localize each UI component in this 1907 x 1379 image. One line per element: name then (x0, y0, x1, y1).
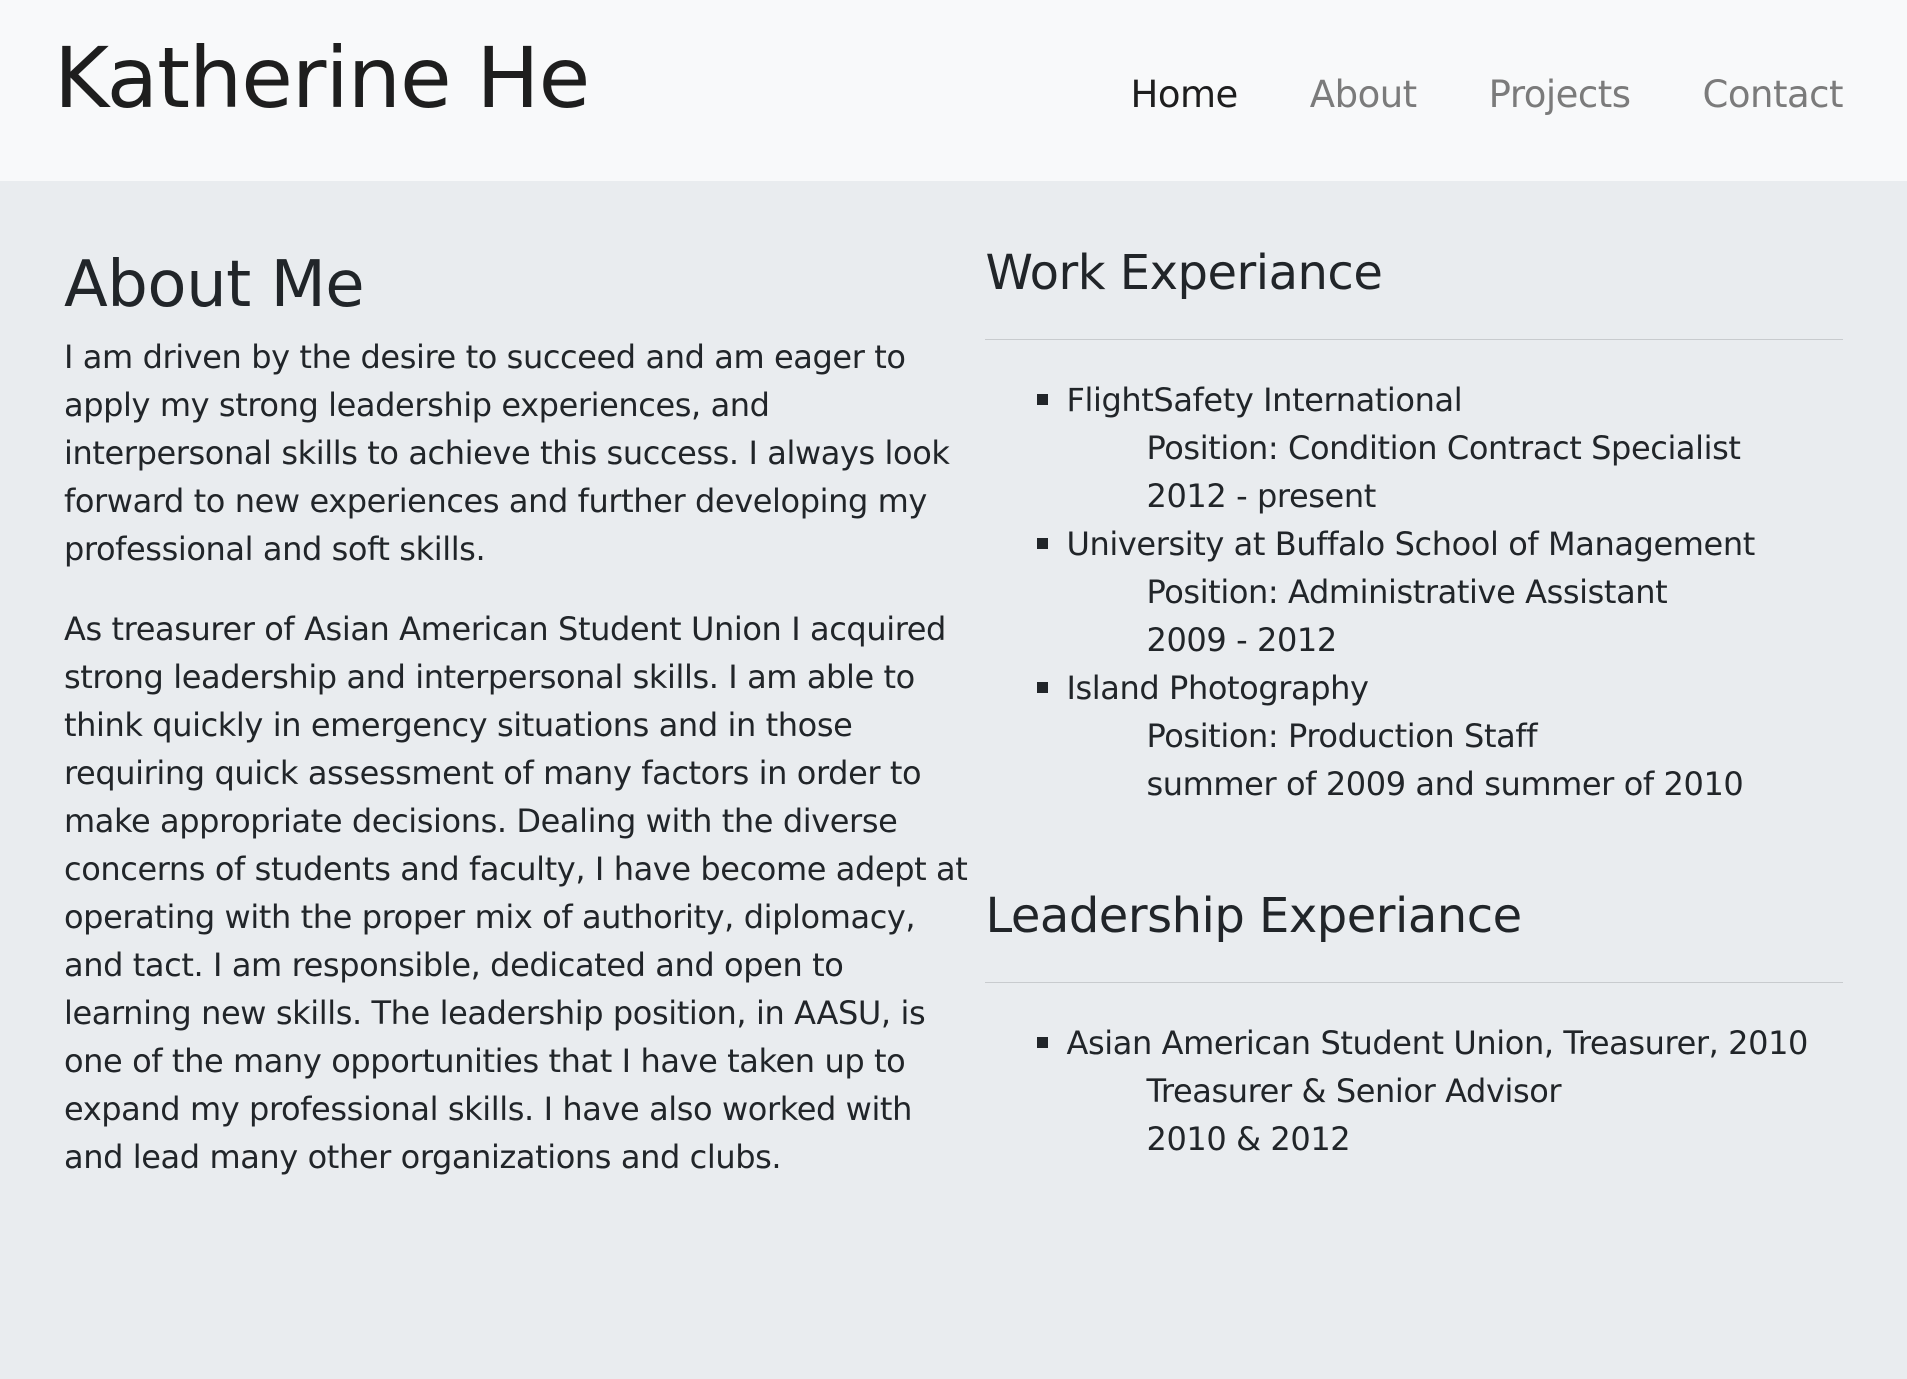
about-paragraph: I am driven by the desire to succeed and… (64, 338, 950, 568)
position-text: Position: Administrative Assistant (1146, 573, 1668, 611)
position-text: Position: Production Staff (1146, 717, 1538, 755)
about-section: About Me I am driven by the desire to su… (64, 181, 985, 1379)
nav-link-about[interactable]: About (1310, 73, 1417, 116)
bullet-square-icon (1037, 1037, 1049, 1048)
about-paragraph: As treasurer of Asian American Student U… (64, 610, 968, 1176)
site-brand[interactable]: Katherine He (54, 29, 590, 127)
date-range: summer of 2009 and summer of 2010 (1146, 765, 1744, 803)
date-range: 2009 - 2012 (1146, 621, 1337, 659)
bullet-square-icon (1037, 394, 1049, 405)
list-item: Asian American Student Union, Treasurer,… (1037, 1019, 1843, 1163)
nav-link-projects[interactable]: Projects (1489, 73, 1631, 116)
nav-menu: Home About Projects Contact (1059, 73, 1844, 116)
employer-name: Island Photography (1066, 669, 1369, 707)
leadership-experience-title: Leadership Experiance (985, 884, 1843, 983)
employer-name: FlightSafety International (1066, 381, 1463, 419)
navbar: Katherine He Home About Projects Contact (0, 0, 1907, 181)
bullet-square-icon (1037, 538, 1049, 549)
position-text: Position: Condition Contract Specialist (1146, 429, 1741, 467)
date-range: 2012 - present (1146, 477, 1376, 515)
main-content: About Me I am driven by the desire to su… (0, 181, 1907, 1379)
experience-section: Work Experiance FlightSafety Internation… (985, 181, 1843, 1379)
work-experience-title: Work Experiance (985, 241, 1843, 340)
bullet-square-icon (1037, 682, 1049, 693)
nav-link-contact[interactable]: Contact (1703, 73, 1844, 116)
employer-name: University at Buffalo School of Manageme… (1066, 525, 1755, 563)
work-experience-list: FlightSafety International Position: Con… (985, 340, 1843, 808)
nav-link-home[interactable]: Home (1131, 73, 1239, 116)
page: Katherine He Home About Projects Contact… (0, 0, 1907, 1379)
date-range: 2010 & 2012 (1146, 1120, 1351, 1158)
list-item: University at Buffalo School of Manageme… (1037, 520, 1843, 664)
list-item: FlightSafety International Position: Con… (1037, 376, 1843, 520)
organization-name: Asian American Student Union, Treasurer,… (1066, 1024, 1809, 1062)
list-item: Island Photography Position: Production … (1037, 664, 1843, 808)
position-text: Treasurer & Senior Advisor (1146, 1072, 1562, 1110)
leadership-experience-list: Asian American Student Union, Treasurer,… (985, 983, 1843, 1163)
about-title: About Me (64, 248, 365, 322)
